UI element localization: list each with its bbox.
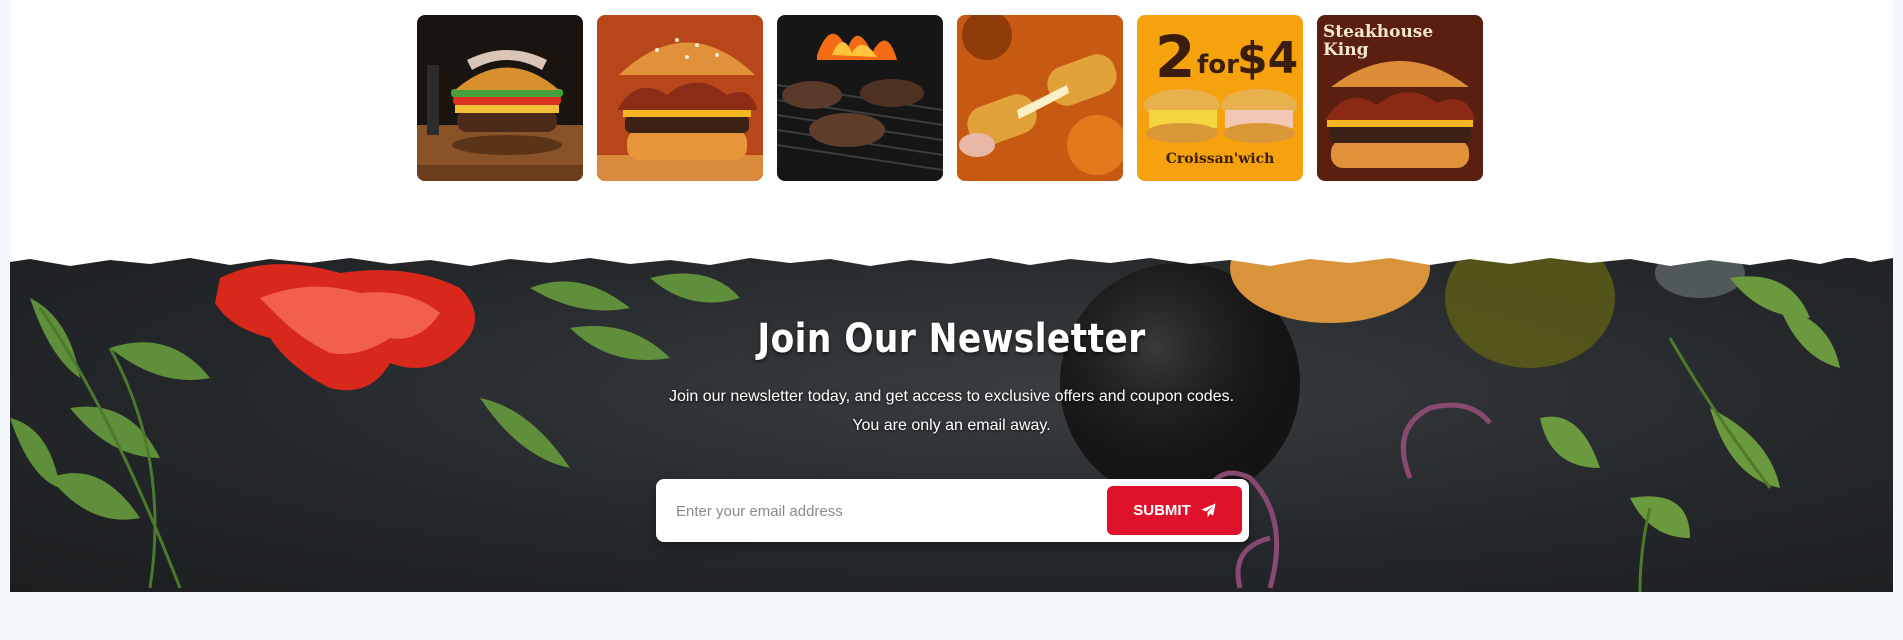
cheese-stick-photo (957, 15, 1123, 181)
promo-2for4-photo: 2 for $4 Croissan'wich (1137, 15, 1303, 181)
newsletter-form: SUBMIT (656, 479, 1249, 542)
gallery-item-burger-hands[interactable] (417, 15, 583, 181)
grill-patties-photo (777, 15, 943, 181)
page-section: 2 for $4 Croissan'wich Steakhouse King J… (10, 0, 1893, 592)
newsletter-title: Join Our Newsletter (757, 316, 1146, 362)
submit-label: SUBMIT (1133, 502, 1191, 519)
promo-caption: Croissan'wich (1166, 151, 1275, 167)
burger-hands-photo (417, 15, 583, 181)
promo-price: $4 (1237, 33, 1298, 84)
gallery-item-grill[interactable] (777, 15, 943, 181)
promo-big-number: 2 (1155, 23, 1195, 91)
submit-button[interactable]: SUBMIT (1107, 486, 1242, 535)
newsletter-subtext: You are only an email away. (852, 417, 1051, 434)
gallery-item-bacon-burger[interactable] (597, 15, 763, 181)
promo-for-text: for (1197, 50, 1239, 80)
email-input[interactable] (676, 493, 1096, 529)
steakhouse-king-photo: Steakhouse King (1317, 15, 1483, 181)
gallery-item-promo-2for4[interactable]: 2 for $4 Croissan'wich (1137, 15, 1303, 181)
newsletter-description: Join our newsletter today, and get acces… (668, 388, 1235, 405)
instagram-gallery: 2 for $4 Croissan'wich Steakhouse King (417, 15, 1483, 181)
bacon-burger-photo (597, 15, 763, 181)
gallery-item-steakhouse-king[interactable]: Steakhouse King (1317, 15, 1483, 181)
gallery-item-cheese-stick[interactable] (957, 15, 1123, 181)
promo-title-line1: Steakhouse (1323, 22, 1433, 42)
paper-plane-icon (1201, 503, 1216, 518)
newsletter-section: Join Our Newsletter Join our newsletter … (10, 258, 1893, 592)
torn-edge-divider (10, 250, 1893, 266)
arugula-mid-decor (480, 273, 740, 468)
promo-title-line2: King (1323, 40, 1369, 60)
